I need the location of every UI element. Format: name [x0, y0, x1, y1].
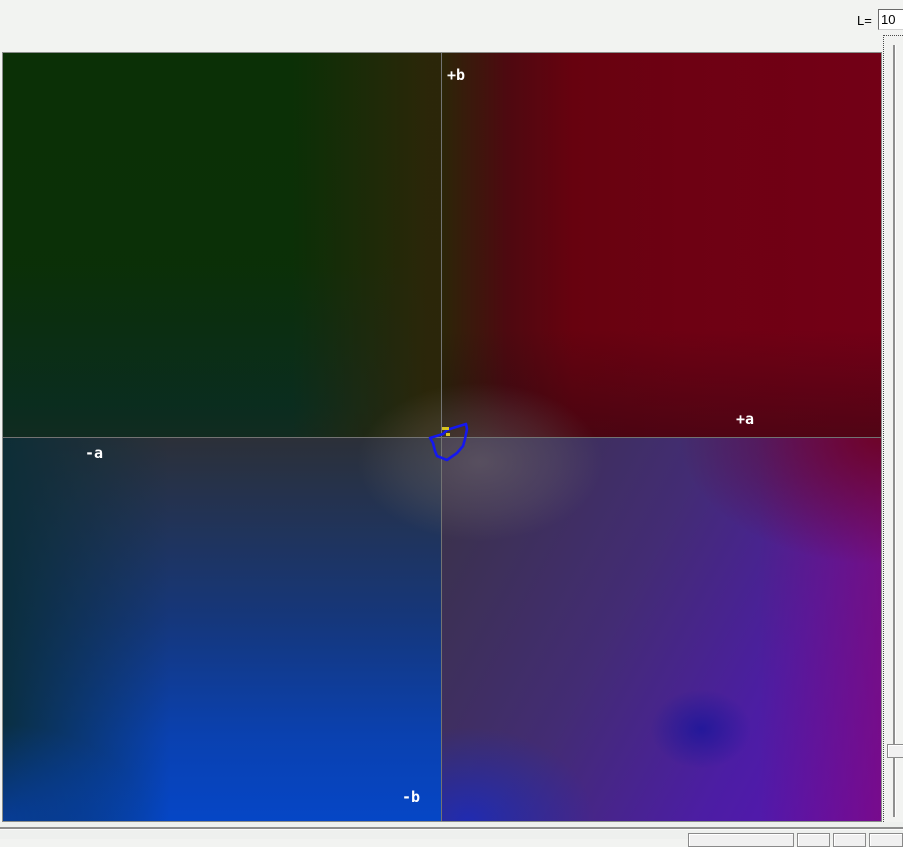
neutral-center-haze — [310, 352, 650, 572]
sample-marker — [446, 433, 450, 436]
sample-marker — [442, 427, 449, 430]
axis-label-plus-a: +a — [736, 410, 755, 428]
gamut-outline-graphic — [428, 422, 469, 462]
lightness-slider-track[interactable] — [893, 45, 896, 817]
axis-label-minus-a: -a — [85, 444, 104, 462]
lightness-slider-thumb[interactable] — [887, 744, 903, 758]
lightness-slider[interactable] — [883, 35, 903, 830]
bottom-button-2[interactable] — [833, 833, 866, 847]
bottom-button-3[interactable] — [869, 833, 903, 847]
l-value-input[interactable] — [878, 9, 903, 30]
bottom-divider — [0, 827, 903, 830]
bottom-wide-button[interactable] — [688, 833, 794, 847]
bottom-button-1[interactable] — [797, 833, 830, 847]
axis-label-minus-b: -b — [402, 788, 421, 806]
axis-label-plus-b: +b — [447, 66, 466, 84]
l-label: L= — [857, 13, 872, 28]
